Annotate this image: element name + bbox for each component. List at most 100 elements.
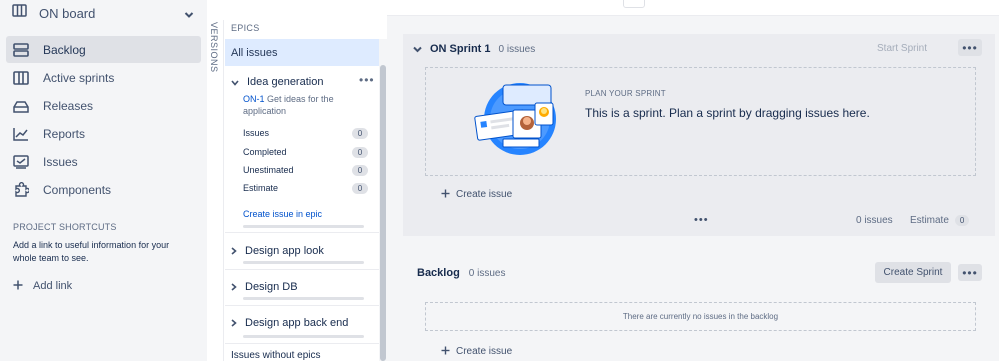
sprint-header[interactable]: ON Sprint 1 0 issues [413, 40, 535, 58]
sprint-more-button[interactable]: ••• [958, 39, 982, 56]
plus-icon [13, 277, 23, 295]
stat-badge: 0 [352, 146, 368, 158]
epic-stat-estimate: Estimate 0 [243, 181, 368, 195]
board-name: ON board [39, 5, 96, 21]
create-issue-label: Create issue [456, 188, 513, 200]
create-issue-in-epic-link[interactable]: Create issue in epic [243, 209, 322, 219]
epic-name: Design app look [245, 245, 324, 257]
issues-icon [12, 153, 30, 171]
sidebar-item-active-sprints[interactable]: Active sprints [6, 64, 201, 91]
sprint-issue-count: 0 issues [498, 43, 536, 55]
epic-toggle[interactable]: Design app back end [231, 314, 348, 332]
sprint-footer-estimate: Estimate 0 [910, 215, 970, 226]
backlog-container: Backlog 0 issues Create Sprint ••• There… [403, 250, 995, 361]
epic-toggle[interactable]: Design app look [231, 242, 324, 260]
stat-badge: 0 [352, 127, 368, 139]
plan-sprint-title: PLAN YOUR SPRINT [585, 89, 666, 98]
chevron-down-icon [231, 73, 239, 91]
epic-toggle[interactable]: Idea generation [231, 73, 323, 91]
plus-icon [441, 342, 450, 360]
epic-stat-completed: Completed 0 [243, 145, 368, 159]
components-icon [12, 181, 30, 199]
chevron-down-icon[interactable] [413, 40, 422, 58]
chevron-right-icon [231, 314, 237, 332]
backlog-dropzone[interactable]: There are currently no issues in the bac… [425, 302, 976, 331]
epics-title: EPICS [231, 23, 260, 33]
reports-icon [12, 125, 30, 143]
plan-sprint-text: This is a sprint. Plan a sprint by dragg… [585, 106, 870, 120]
active-sprints-icon [12, 69, 30, 87]
epic-toggle[interactable]: Design DB [231, 278, 298, 296]
sprint-footer-more[interactable]: ••• [694, 214, 709, 226]
sidebar-item-releases[interactable]: Releases [6, 92, 201, 119]
project-sidebar: ON board Backlog Active sprints Releases… [0, 0, 207, 361]
sidebar-item-label: Issues [43, 154, 78, 169]
epic-item[interactable]: Idea generation ••• ON-1 Get ideas for t… [225, 67, 385, 233]
estimate-badge: 0 [954, 215, 970, 226]
plus-icon [441, 185, 450, 203]
epics-scrollbar-thumb[interactable] [380, 65, 386, 361]
sprint-container: ON Sprint 1 0 issues Start Sprint ••• PL… [403, 34, 995, 236]
add-link-label: Add link [33, 280, 73, 292]
create-sprint-button[interactable]: Create Sprint [875, 262, 951, 283]
epic-progress-bar [243, 297, 364, 300]
start-sprint-button[interactable]: Start Sprint [877, 43, 927, 54]
chevron-right-icon [231, 242, 237, 260]
backlog-empty-message: There are currently no issues in the bac… [622, 312, 779, 321]
epic-progress-bar [243, 225, 364, 228]
epic-progress-bar [243, 261, 364, 264]
stat-label: Completed [243, 147, 287, 157]
stat-label: Estimate [243, 183, 279, 193]
chevron-down-icon[interactable] [184, 6, 194, 24]
stat-badge: 0 [352, 164, 368, 176]
epic-stat-issues: Issues 0 [243, 126, 368, 140]
board-selector[interactable]: ON board [12, 4, 198, 22]
top-toolbar [387, 0, 999, 16]
board-icon [12, 4, 27, 22]
add-link-button[interactable]: Add link [13, 277, 72, 295]
epic-item[interactable]: Design DB [225, 272, 385, 306]
sidebar-item-components[interactable]: Components [6, 176, 201, 203]
backlog-issue-count: 0 issues [468, 268, 506, 279]
stat-label: Unestimated [243, 165, 294, 175]
epics-panel: EPICS All issues Idea generation ••• ON-… [225, 20, 386, 361]
sidebar-item-issues[interactable]: Issues [6, 148, 201, 175]
toolbar-button[interactable] [623, 0, 645, 8]
issues-without-epics-filter[interactable]: Issues without epics [231, 350, 321, 361]
versions-label: VERSIONS [209, 22, 219, 73]
estimate-label: Estimate [910, 215, 949, 226]
sidebar-item-label: Components [43, 182, 112, 197]
sidebar-item-backlog[interactable]: Backlog [6, 36, 201, 63]
all-issues-filter[interactable]: All issues [225, 39, 385, 66]
epic-description: ON-1 Get ideas for the application [243, 93, 368, 117]
backlog-header: Backlog 0 issues [417, 267, 505, 279]
shortcuts-description: Add a link to useful information for you… [13, 240, 170, 263]
epic-name: Design app back end [245, 317, 349, 329]
create-issue-button[interactable]: Create issue [441, 342, 512, 360]
stat-badge: 0 [352, 182, 368, 194]
epic-stat-unestimated: Unestimated 0 [243, 163, 368, 177]
plan-sprint-illustration [473, 77, 568, 167]
chevron-right-icon [231, 278, 237, 296]
epic-progress-bar [243, 335, 364, 338]
sidebar-item-label: Active sprints [43, 70, 115, 85]
sidebar-item-reports[interactable]: Reports [6, 120, 201, 147]
backlog-more-button[interactable]: ••• [958, 264, 982, 281]
epic-item[interactable]: Design app back end [225, 308, 385, 344]
epic-item[interactable]: Design app look [225, 236, 385, 270]
all-issues-label: All issues [231, 46, 278, 59]
backlog-icon [12, 41, 30, 59]
create-issue-button[interactable]: Create issue [441, 185, 512, 203]
create-issue-label: Create issue [456, 345, 513, 357]
sidebar-item-label: Backlog [43, 42, 86, 57]
sprint-footer-issue-count: 0 issues [856, 215, 893, 226]
versions-toggle[interactable]: VERSIONS [207, 20, 224, 361]
epic-more-icon[interactable]: ••• [359, 73, 375, 87]
epic-name: Design DB [245, 281, 298, 293]
stat-label: Issues [243, 128, 270, 138]
sprint-name: ON Sprint 1 [430, 43, 491, 55]
sidebar-item-label: Releases [43, 98, 94, 113]
shortcuts-title: PROJECT SHORTCUTS [13, 222, 117, 232]
epic-name: Idea generation [247, 76, 324, 88]
epic-key-link[interactable]: ON-1 [243, 94, 265, 104]
